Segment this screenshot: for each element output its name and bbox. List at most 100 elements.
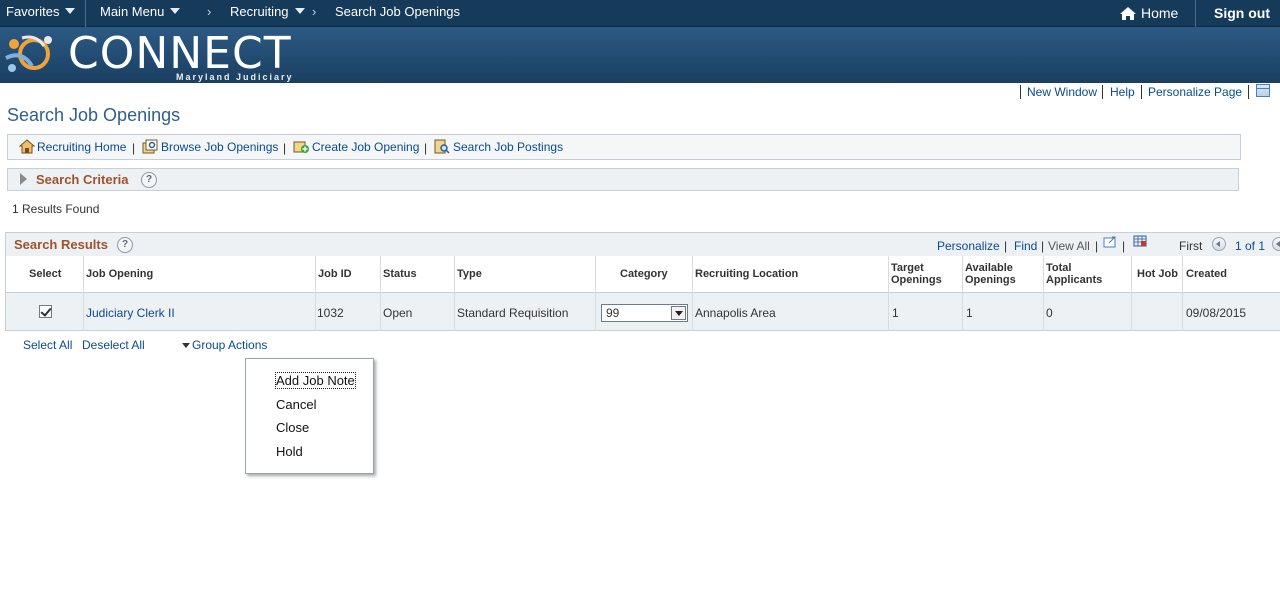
menu-item-close[interactable]: Close <box>276 420 309 435</box>
breadcrumb-chevron-icon: › <box>312 4 317 19</box>
personalize-page-link[interactable]: Personalize Page <box>1148 85 1242 99</box>
column-header-available-openings-line1[interactable]: Available <box>965 262 1013 274</box>
column-header-target-openings-line2[interactable]: Openings <box>891 274 942 286</box>
recruiting-toolbar: Recruiting Home | Browse Job Openings | … <box>7 134 1241 160</box>
column-header-select: Select <box>29 268 62 280</box>
column-divider <box>83 256 84 293</box>
menu-item-cancel[interactable]: Cancel <box>276 397 316 412</box>
column-divider <box>1182 293 1183 331</box>
created-cell: 09/08/2015 <box>1186 306 1247 320</box>
select-all-link[interactable]: Select All <box>23 338 72 352</box>
recruiting-label: Recruiting <box>230 4 289 19</box>
search-results-title: Search Results <box>14 237 108 252</box>
group-actions-menu-button[interactable]: Group Actions <box>192 338 267 352</box>
search-criteria-section[interactable]: Search Criteria ? <box>7 168 1239 191</box>
column-header-created[interactable]: Created <box>1186 268 1227 280</box>
help-link[interactable]: Help <box>1110 85 1135 99</box>
column-header-job-opening[interactable]: Job Opening <box>86 268 153 280</box>
main-menu[interactable]: Main Menu <box>100 4 181 19</box>
toolbar-divider: | <box>283 141 287 155</box>
column-divider <box>692 256 693 293</box>
target-openings-cell: 1 <box>892 306 899 320</box>
column-divider <box>1131 256 1132 293</box>
column-header-total-applicants-line2[interactable]: Applicants <box>1046 274 1102 286</box>
util-divider <box>1020 85 1021 99</box>
util-divider <box>1141 85 1142 99</box>
menu-item-hold[interactable]: Hold <box>276 444 303 459</box>
column-divider <box>962 256 963 293</box>
view-all-link[interactable]: View All <box>1048 239 1090 253</box>
help-icon[interactable]: ? <box>141 172 157 188</box>
breadcrumb-chevron-icon: › <box>207 4 212 19</box>
search-job-postings-link[interactable]: Search Job Postings <box>453 140 563 154</box>
find-link[interactable]: Find <box>1014 239 1037 253</box>
column-divider <box>595 293 596 331</box>
column-divider <box>380 293 381 331</box>
page-layout-icon[interactable] <box>1256 84 1270 97</box>
create-job-opening-link[interactable]: Create Job Opening <box>312 140 419 154</box>
sign-out-link[interactable]: Sign out <box>1214 5 1270 21</box>
column-divider <box>380 256 381 293</box>
previous-page-icon[interactable] <box>1212 237 1226 251</box>
favorites-label: Favorites <box>6 4 60 19</box>
personalize-link[interactable]: Personalize <box>937 239 1000 253</box>
dropdown-arrow-icon[interactable] <box>671 306 686 320</box>
category-select-value: 99 <box>606 306 620 320</box>
job-opening-link[interactable]: Judiciary Clerk II <box>86 306 175 320</box>
recruiting-home-link[interactable]: Recruiting Home <box>37 140 126 154</box>
expand-triangle-icon[interactable] <box>20 173 27 185</box>
breadcrumb-recruiting[interactable]: Recruiting <box>230 4 305 19</box>
search-results-header: Search Results ? Personalize | Find | Vi… <box>5 232 1280 256</box>
column-header-status[interactable]: Status <box>383 268 417 280</box>
help-icon[interactable]: ? <box>117 237 133 253</box>
column-header-target-openings-line1[interactable]: Target <box>891 262 924 274</box>
main-menu-label: Main Menu <box>100 4 165 19</box>
first-page-label: First <box>1179 239 1203 253</box>
create-opening-icon <box>293 141 309 153</box>
column-header-total-applicants-line1[interactable]: Total <box>1046 262 1071 274</box>
menu-item-add-job-note[interactable]: Add Job Note <box>275 372 356 389</box>
column-header-job-id[interactable]: Job ID <box>318 268 352 280</box>
paging-indicator: 1 of 1 <box>1235 239 1266 253</box>
browse-job-openings-link[interactable]: Browse Job Openings <box>161 140 278 154</box>
logo-subtitle: Maryland Judiciary <box>176 72 294 82</box>
toolbar-divider: | <box>132 141 136 155</box>
column-header-hot-job[interactable]: Hot Job <box>1137 268 1178 280</box>
search-postings-icon <box>434 139 450 154</box>
download-spreadsheet-icon[interactable] <box>1133 235 1147 247</box>
next-page-icon[interactable] <box>1272 237 1280 251</box>
chevron-down-icon[interactable] <box>182 343 190 348</box>
nav-divider <box>85 0 86 27</box>
util-divider <box>1102 85 1103 99</box>
nav-divider <box>1195 0 1196 27</box>
top-navigation-bar: Favorites Main Menu › Recruiting › Searc… <box>0 0 1280 27</box>
grid-divider: | <box>1041 239 1045 253</box>
column-header-category[interactable]: Category <box>620 268 668 280</box>
type-cell: Standard Requisition <box>457 306 569 320</box>
column-header-recruiting-location[interactable]: Recruiting Location <box>695 268 798 280</box>
column-divider <box>1043 293 1044 331</box>
grid-divider: | <box>1095 239 1099 253</box>
home-link[interactable]: Home <box>1141 5 1178 21</box>
column-divider <box>83 293 84 331</box>
table-row: Judiciary Clerk II 1032 Open Standard Re… <box>5 293 1280 331</box>
category-select[interactable]: 99 <box>601 304 688 322</box>
column-header-type[interactable]: Type <box>457 268 482 280</box>
toolbar-divider: | <box>424 141 428 155</box>
util-divider <box>1248 85 1249 99</box>
column-header-available-openings-line2[interactable]: Openings <box>965 274 1016 286</box>
search-criteria-label[interactable]: Search Criteria <box>36 172 129 187</box>
new-window-link[interactable]: New Window <box>1027 85 1097 99</box>
favorites-menu[interactable]: Favorites <box>6 4 76 19</box>
deselect-all-link[interactable]: Deselect All <box>82 338 145 352</box>
column-divider <box>962 293 963 331</box>
home-icon[interactable] <box>1119 6 1137 21</box>
column-divider <box>1043 256 1044 293</box>
new-window-grid-icon[interactable] <box>1103 236 1117 248</box>
group-actions-popup-menu: Add Job Note Cancel Close Hold <box>245 358 374 474</box>
grid-divider: | <box>1122 239 1126 253</box>
column-divider <box>692 293 693 331</box>
column-divider <box>315 293 316 331</box>
total-applicants-cell: 0 <box>1046 306 1053 320</box>
row-select-checkbox[interactable] <box>39 305 52 318</box>
